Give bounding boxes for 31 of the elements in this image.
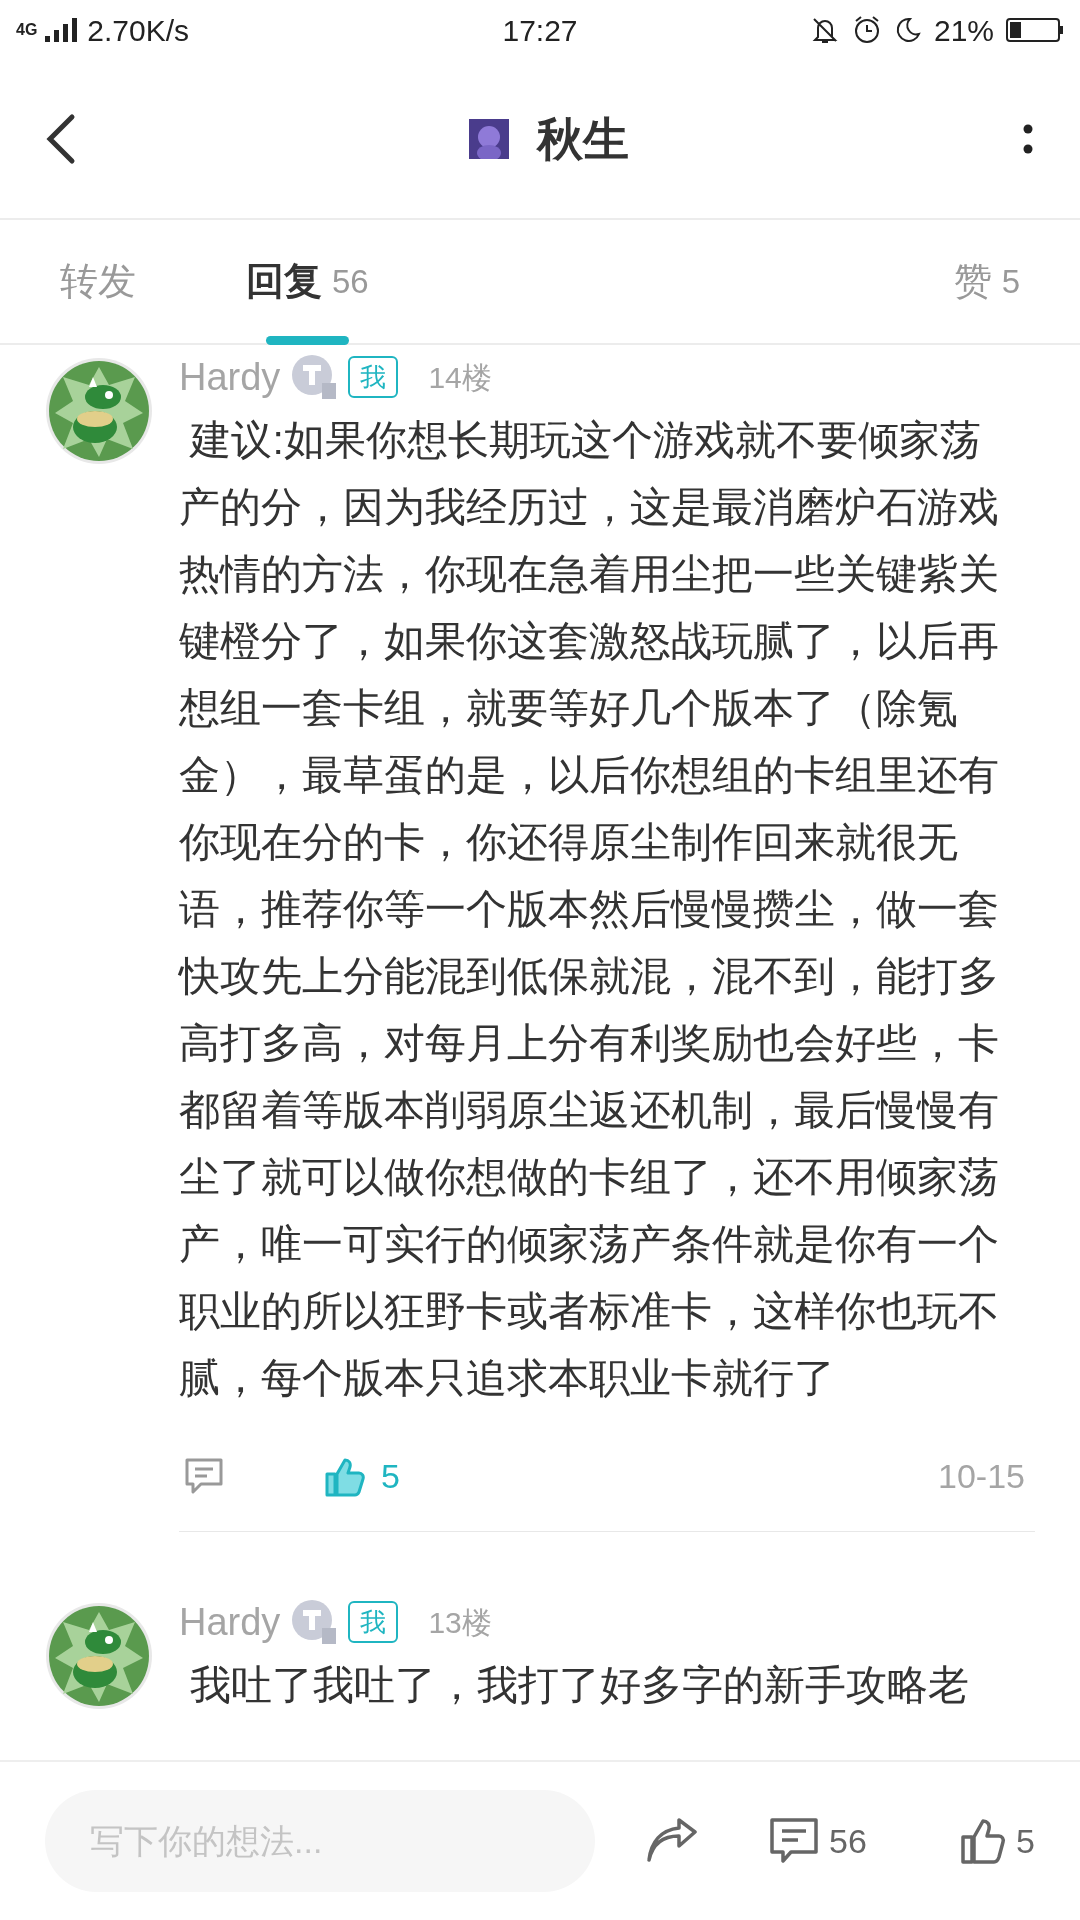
network-type: 4G [16,22,38,38]
me-tag: 我 [348,356,399,398]
avatar [469,119,509,159]
page-title: 秋生 [537,111,629,167]
post-date: 10-15 [938,1456,1025,1497]
back-icon[interactable] [46,113,76,165]
floor-number: 14楼 [428,359,492,396]
comments-button[interactable]: 56 [769,1815,867,1867]
post-text: 我吐了我吐了，我打了好多字的新手攻略老 [189,1661,971,1710]
tab[interactable]: 赞 5 [953,220,1020,343]
clock: 17:27 [502,12,578,49]
thumbs-up-icon [960,1817,1007,1865]
signal-icon [45,18,80,42]
level-badge-icon [290,353,339,401]
tab[interactable]: 回复 56 [246,220,369,343]
me-tag: 我 [348,1601,399,1643]
level-badge-icon [290,1598,339,1646]
battery-icon [1006,16,1064,44]
like-button[interactable]: 5 [323,1451,400,1502]
author-name[interactable]: Hardy [179,348,281,406]
share-icon[interactable] [645,1818,699,1864]
avatar[interactable] [45,357,153,465]
network-speed: 2.70K/s [87,12,190,49]
avatar[interactable] [45,1602,153,1710]
post-text: 建议:如果你想长期玩这个游戏就不要倾家荡产的分，因为我经历过，这是最消磨炉石游戏热情的方法，你现在急着用尘把一些关键紫关键橙分了，如果你这套激怒战玩腻了，以后再想组一套卡组，就要等好几个版本了（除氪金），最草蛋的是，以后你想组的卡组里还有你现在分的卡，你还得原尘制作回来就很无语，推荐你等一个版本然后慢慢攒尘，做一套快攻先上分能混到低保就混，混不到，能打多高打多高，对每月上分有利奖励也会好些，卡都留着等版本削弱原尘返还机制，最后慢慢有尘了就可以做你想做的卡组了，还不用倾家荡产，唯一可实行的倾家荡产条件就是你有一个职业的所以狂野卡或者标准卡，这样你也玩不腻，每个版本只追求本职业卡就行了 [179,416,1000,1403]
battery-percent: 21% [933,12,994,49]
likes-button[interactable]: 5 [960,1815,1035,1867]
tab[interactable]: 转发 [60,220,136,343]
author-name[interactable]: Hardy [179,1593,281,1651]
floor-number: 13楼 [428,1604,492,1641]
comment-icon [769,1817,819,1865]
